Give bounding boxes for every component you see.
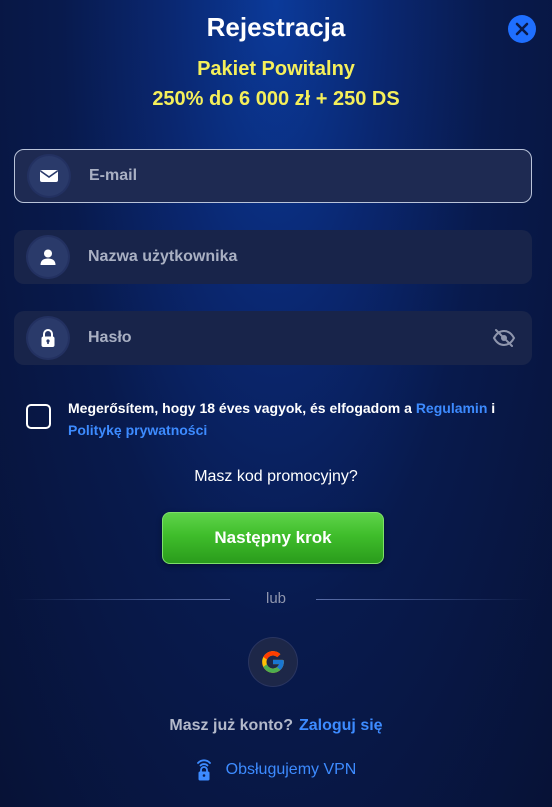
login-link[interactable]: Zaloguj się	[299, 717, 383, 734]
email-input[interactable]	[89, 150, 531, 202]
password-field[interactable]	[14, 311, 532, 365]
email-field[interactable]	[14, 149, 532, 203]
password-input[interactable]	[88, 311, 490, 365]
eye-off-icon[interactable]	[490, 324, 518, 352]
envelope-icon	[29, 156, 69, 196]
promo-title: Pakiet Powitalny	[197, 58, 355, 80]
google-icon	[262, 651, 284, 673]
lock-icon	[28, 318, 68, 358]
promo-code-link[interactable]: Masz kod promocyjny?	[0, 468, 552, 486]
login-row: Masz już konto? Zaloguj się	[0, 717, 552, 735]
terms-checkbox[interactable]	[26, 404, 51, 429]
terms-text-before: Megerősítem, hogy 18 éves vagyok, és elf…	[68, 400, 416, 416]
divider-right	[316, 599, 532, 600]
regulamin-link[interactable]: Regulamin	[416, 400, 488, 416]
google-login-button[interactable]	[249, 638, 297, 686]
close-icon	[515, 22, 529, 36]
terms-text-and: i	[487, 400, 496, 416]
user-icon	[28, 237, 68, 277]
page-title: Rejestracja	[206, 12, 346, 42]
wifi-lock-icon	[196, 758, 212, 782]
privacy-policy-link[interactable]: Politykę prywatności	[68, 422, 207, 438]
login-question: Masz już konto?	[169, 717, 293, 734]
username-field[interactable]	[14, 230, 532, 284]
promo-offer: 250% do 6 000 zł + 250 DS	[152, 88, 400, 110]
username-input[interactable]	[88, 230, 532, 284]
next-step-button[interactable]: Następny krok	[162, 512, 384, 564]
close-button[interactable]	[508, 15, 536, 43]
terms-text: Megerősítem, hogy 18 éves vagyok, és elf…	[68, 397, 530, 441]
vpn-support-link[interactable]: Obsługujemy VPN	[0, 758, 552, 782]
vpn-label: Obsługujemy VPN	[225, 761, 357, 778]
